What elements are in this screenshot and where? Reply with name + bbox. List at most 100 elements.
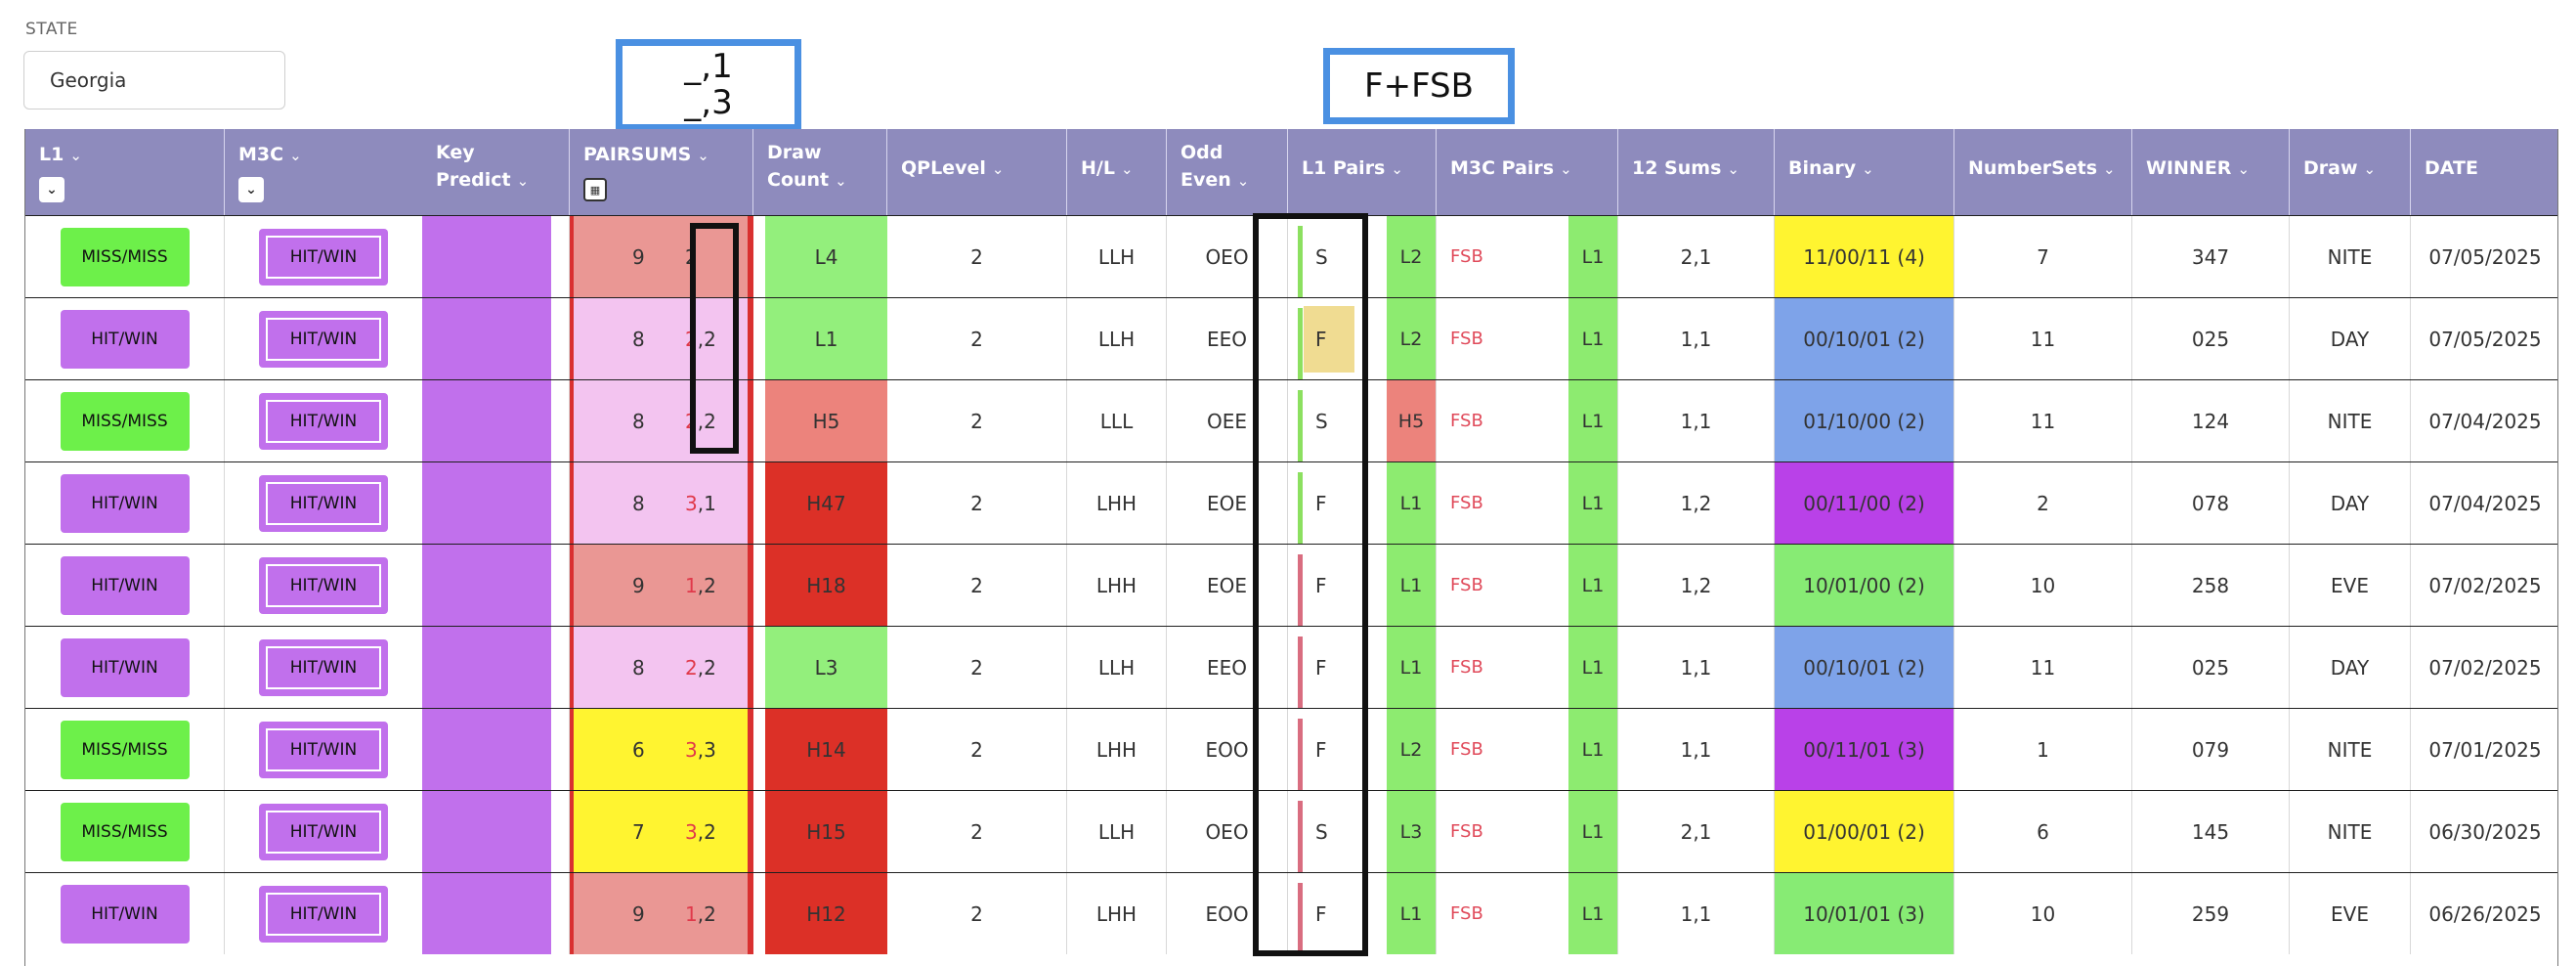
column-header-m3c[interactable]: M3C ⌄ ⌄ <box>225 129 423 215</box>
cell-12-sums: 1,2 <box>1618 462 1775 544</box>
chevron-down-icon[interactable]: ⌄ <box>1560 160 1572 178</box>
l1-status-button[interactable]: HIT/WIN <box>60 637 190 697</box>
l1-status-button[interactable]: MISS/MISS <box>60 720 190 779</box>
cell-key-predict <box>422 709 570 790</box>
m3c-pair-code: L1 <box>1568 709 1617 790</box>
m3c-pair-code: L1 <box>1568 873 1617 954</box>
chevron-down-icon[interactable]: ⌄ <box>2364 160 2377 178</box>
column-header-l1_pairs[interactable]: L1 Pairs ⌄ <box>1288 129 1437 215</box>
column-header-text: 12 Sums <box>1632 157 1722 179</box>
l1-status-button[interactable]: HIT/WIN <box>60 555 190 615</box>
cell-winner: 258 <box>2132 545 2290 626</box>
m3c-status-button[interactable]: HIT/WIN <box>259 803 388 860</box>
key-predict-fill <box>422 791 551 872</box>
chevron-down-icon[interactable]: ⌄ <box>1727 160 1739 178</box>
chevron-down-icon[interactable]: ⌄ <box>697 147 709 164</box>
column-header-binary[interactable]: Binary ⌄ <box>1775 129 1954 215</box>
draw-count-fill: H12 <box>765 873 887 954</box>
column-header-hl[interactable]: H/L ⌄ <box>1067 129 1167 215</box>
calendar-icon[interactable]: ▦ <box>583 178 607 201</box>
pairsums-total: 9 <box>632 573 645 597</box>
l1-status-button[interactable]: MISS/MISS <box>60 227 190 286</box>
pairsums-total: 8 <box>632 491 645 515</box>
m3c-status-button[interactable]: HIT/WIN <box>259 392 388 450</box>
cell-l1: MISS/MISS <box>25 380 225 461</box>
column-header-numbersets[interactable]: NumberSets ⌄ <box>1954 129 2132 215</box>
cell-numbersets: 2 <box>1954 462 2132 544</box>
column-header-qplevel[interactable]: QPLevel ⌄ <box>887 129 1067 215</box>
cell-qplevel: 2 <box>887 462 1067 544</box>
column-header-winner[interactable]: WINNER ⌄ <box>2132 129 2290 215</box>
pairsums-pair-rest: ,2 <box>697 819 716 844</box>
pairsums-pair-lead: 1 <box>685 573 698 597</box>
l1-status-button[interactable]: MISS/MISS <box>60 391 190 451</box>
column-header-m3c_pairs[interactable]: M3C Pairs ⌄ <box>1437 129 1618 215</box>
filter-toggle-icon[interactable]: ⌄ <box>238 177 264 202</box>
key-predict-fill <box>422 873 551 954</box>
column-header-l1[interactable]: L1 ⌄ ⌄ <box>25 129 225 215</box>
m3c-status-label: HIT/WIN <box>266 317 381 361</box>
chevron-down-icon[interactable]: ⌄ <box>2103 160 2116 178</box>
l1-status-button[interactable]: HIT/WIN <box>60 473 190 533</box>
state-label: STATE <box>25 20 78 39</box>
cell-key-predict <box>422 298 570 379</box>
column-header-label: M3C Pairs ⌄ <box>1450 154 1572 183</box>
l1-pair-code: L2 <box>1387 298 1436 379</box>
cell-numbersets: 11 <box>1954 298 2132 379</box>
m3c-status-button[interactable]: HIT/WIN <box>259 885 388 943</box>
l1-status-button[interactable]: HIT/WIN <box>60 309 190 369</box>
draw-count-fill: H15 <box>765 791 887 872</box>
l1-status-button[interactable]: HIT/WIN <box>60 884 190 944</box>
chevron-down-icon[interactable]: ⌄ <box>1862 160 1874 178</box>
key-predict-fill <box>422 627 551 708</box>
m3c-status-button[interactable]: HIT/WIN <box>259 721 388 778</box>
chevron-down-icon[interactable]: ⌄ <box>1391 160 1403 178</box>
column-header-text: Draw Count <box>767 142 830 191</box>
chevron-down-icon[interactable]: ⌄ <box>517 172 530 190</box>
cell-draw-count: H14 <box>753 709 887 790</box>
m3c-status-button[interactable]: HIT/WIN <box>259 228 388 285</box>
pairsums-total: 9 <box>632 901 645 926</box>
chevron-down-icon[interactable]: ⌄ <box>992 160 1005 178</box>
column-header-label: L1 Pairs ⌄ <box>1302 154 1403 183</box>
chevron-down-icon[interactable]: ⌄ <box>835 172 847 190</box>
cell-key-predict <box>422 216 570 297</box>
cell-m3c: HIT/WIN <box>225 545 423 626</box>
l1-pair-code: L1 <box>1387 545 1436 626</box>
cell-key-predict <box>422 380 570 461</box>
chevron-down-icon[interactable]: ⌄ <box>2237 160 2250 178</box>
filter-toggle-icon[interactable]: ⌄ <box>39 177 64 202</box>
l1-pair-code: L3 <box>1387 791 1436 872</box>
m3c-status-button[interactable]: HIT/WIN <box>259 556 388 614</box>
l1-pair-code: L2 <box>1387 709 1436 790</box>
column-header-key_predict[interactable]: Key Predict ⌄ <box>422 129 570 215</box>
column-header-text: M3C <box>238 144 284 165</box>
chevron-down-icon[interactable]: ⌄ <box>1237 172 1250 190</box>
m3c-status-button[interactable]: HIT/WIN <box>259 474 388 532</box>
cell-l1: HIT/WIN <box>25 462 225 544</box>
m3c-pair-value: FSB <box>1450 329 1483 349</box>
chevron-down-icon[interactable]: ⌄ <box>1121 160 1134 178</box>
column-header-odd_even[interactable]: Odd Even ⌄ <box>1167 129 1288 215</box>
l1-pair-code: L2 <box>1387 216 1436 297</box>
m3c-pair-code: L1 <box>1568 298 1617 379</box>
column-header-date[interactable]: DATE <box>2411 129 2557 215</box>
m3c-status-button[interactable]: HIT/WIN <box>259 310 388 368</box>
column-header-draw[interactable]: Draw ⌄ <box>2290 129 2411 215</box>
column-header-draw_count[interactable]: Draw Count ⌄ <box>753 129 887 215</box>
cell-numbersets: 7 <box>1954 216 2132 297</box>
m3c-status-button[interactable]: HIT/WIN <box>259 638 388 696</box>
column-header-label: Binary ⌄ <box>1788 154 1874 183</box>
l1-pair-code: L1 <box>1387 873 1436 954</box>
column-header-pairsums[interactable]: PAIRSUMS ⌄ ▦ <box>570 129 753 215</box>
column-header-text: DATE <box>2425 157 2478 179</box>
state-field[interactable] <box>23 51 285 110</box>
draw-count-fill: H14 <box>765 709 887 790</box>
pairsums-pair: 1,2 <box>685 873 716 954</box>
column-header-text: NumberSets <box>1968 157 2098 179</box>
chevron-down-icon[interactable]: ⌄ <box>69 147 82 164</box>
l1-status-button[interactable]: MISS/MISS <box>60 802 190 861</box>
chevron-down-icon[interactable]: ⌄ <box>289 147 302 164</box>
column-header-sums12[interactable]: 12 Sums ⌄ <box>1618 129 1775 215</box>
m3c-pair-value: FSB <box>1450 411 1483 431</box>
